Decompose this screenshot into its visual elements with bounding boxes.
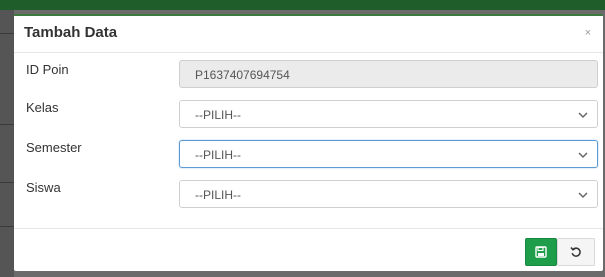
kelas-select[interactable]: --PILIH--	[179, 100, 598, 128]
id-poin-value: P1637407694754	[195, 68, 290, 82]
background-divider	[0, 33, 14, 34]
background-divider	[0, 226, 14, 227]
semester-selected-value: --PILIH--	[195, 148, 241, 162]
form-row-kelas: Kelas --PILIH--	[14, 100, 603, 128]
modal-header: Tambah Data ×	[14, 16, 603, 53]
modal-footer-divider	[14, 228, 603, 229]
add-data-modal: Tambah Data × ID Poin P1637407694754 Kel…	[14, 14, 603, 271]
chevron-down-icon	[578, 192, 588, 199]
kelas-selected-value: --PILIH--	[195, 108, 241, 122]
semester-select[interactable]: --PILIH--	[179, 140, 598, 168]
chevron-down-icon	[578, 112, 588, 119]
kelas-label: Kelas	[26, 100, 59, 115]
form-row-siswa: Siswa --PILIH--	[14, 180, 603, 208]
modal-title: Tambah Data	[24, 24, 118, 41]
background-page	[0, 10, 14, 277]
form-row-semester: Semester --PILIH--	[14, 140, 603, 168]
background-topbar	[0, 0, 605, 10]
background-divider	[0, 124, 14, 125]
siswa-selected-value: --PILIH--	[195, 188, 241, 202]
siswa-label: Siswa	[26, 180, 61, 195]
siswa-select[interactable]: --PILIH--	[179, 180, 598, 208]
save-icon	[535, 246, 547, 258]
id-poin-label: ID Poin	[26, 62, 69, 77]
undo-icon	[570, 247, 581, 257]
chevron-down-icon	[578, 152, 588, 159]
save-button[interactable]	[525, 238, 557, 266]
background-divider	[0, 182, 14, 183]
id-poin-field: P1637407694754	[179, 60, 598, 88]
close-icon[interactable]: ×	[585, 28, 591, 39]
reset-button[interactable]	[557, 238, 595, 266]
semester-label: Semester	[26, 140, 82, 155]
form-row-id-poin: ID Poin P1637407694754	[14, 60, 603, 90]
